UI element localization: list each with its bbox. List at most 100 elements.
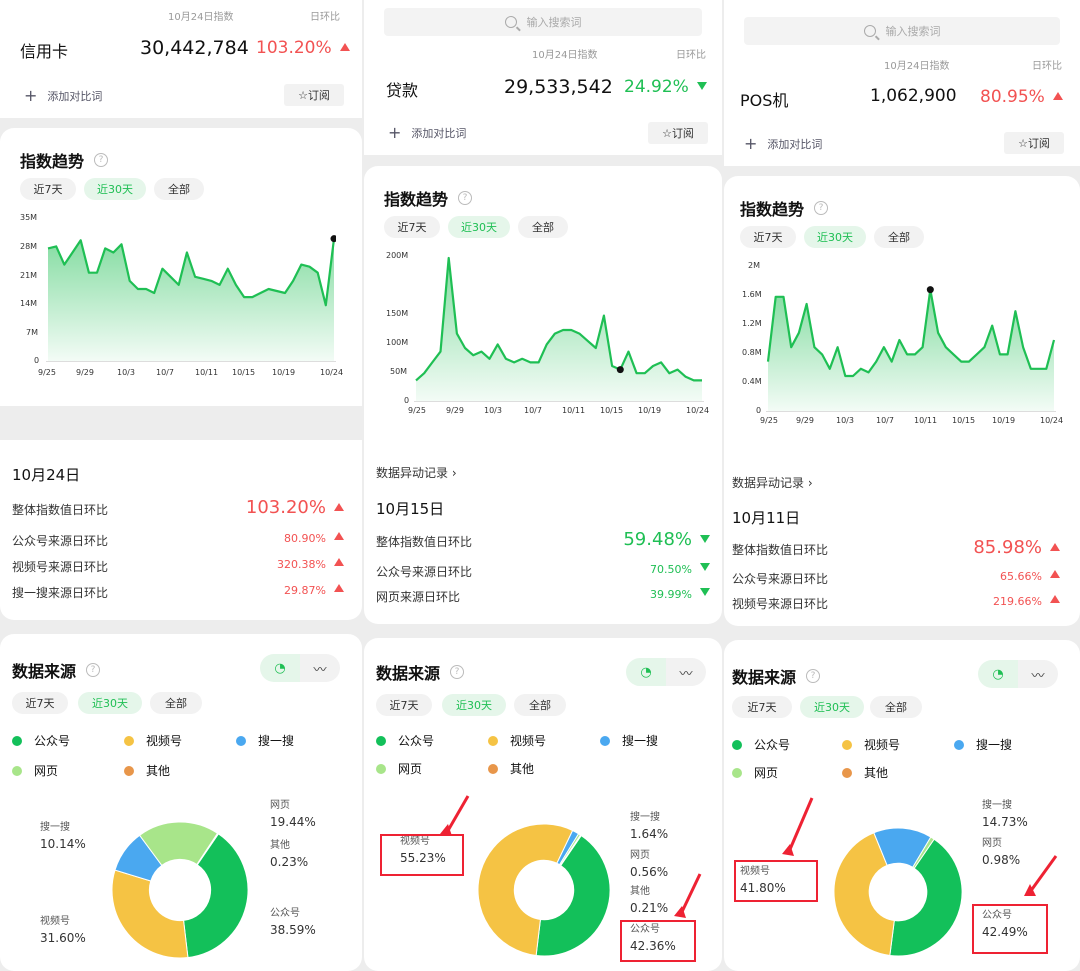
tab-7days[interactable]: 近7天: [740, 226, 796, 248]
tab-30days[interactable]: 近30天: [84, 178, 146, 200]
help-icon[interactable]: ?: [814, 201, 829, 215]
add-compare-button[interactable]: + 添加对比词: [388, 123, 466, 142]
donut-label: 网页 19.44%: [270, 800, 316, 829]
y-tick: 35M: [20, 213, 38, 222]
donut-chart: [111, 821, 249, 959]
wechat-dot-icon: [12, 735, 22, 746]
index-value: 29,533,542: [504, 76, 613, 98]
trend-title: 指数趋势?: [740, 196, 829, 220]
index-value: 30,442,784: [140, 37, 249, 59]
record-label: 整体指数值日环比: [732, 543, 829, 557]
donut-label: 公众号 38.59%: [270, 908, 316, 937]
annotation-arrows: [440, 795, 702, 918]
search-dot-icon: [236, 735, 246, 746]
index-summary-card: 输入搜索词 10月24日指数 日环比 贷款 29,533,542 24.92% …: [364, 0, 722, 155]
tab-all[interactable]: 全部: [150, 692, 202, 714]
index-value: 1,062,900: [870, 86, 957, 106]
x-tick: 10/11: [195, 368, 219, 377]
legend-item[interactable]: 公众号: [12, 732, 70, 749]
tab-30days[interactable]: 近30天: [448, 216, 510, 238]
y-tick: 0.4M: [742, 377, 762, 386]
tab-all[interactable]: 全部: [874, 226, 924, 248]
record-card: 数据异动记录 › 10月15日 整体指数值日环比 59.48% 公众号来源日环比…: [364, 438, 722, 624]
source-card: 数据来源? ◔ 〰 近7天 近30天 全部 公众号 视频号 搜一搜 网页 其他 …: [364, 638, 722, 971]
x-tick: 10/19: [638, 406, 662, 415]
tab-all[interactable]: 全部: [518, 216, 568, 238]
down-arrow-icon: [700, 588, 710, 596]
tab-all[interactable]: 全部: [154, 178, 204, 200]
trend-card: 指数趋势? 近7天 近30天 全部 200M 150M 100M 50M 0 9…: [364, 166, 722, 438]
legend-item[interactable]: 视频号: [124, 732, 182, 749]
legend-item[interactable]: 网页: [12, 762, 58, 779]
record-label: 整体指数值日环比: [376, 535, 473, 549]
panel-loan: 输入搜索词 10月24日指数 日环比 贷款 29,533,542 24.92% …: [364, 0, 722, 971]
tab-7days[interactable]: 近7天: [12, 692, 68, 714]
x-tick: 10/24: [320, 368, 344, 377]
star-icon: ☆: [1018, 136, 1028, 150]
star-icon: ☆: [298, 88, 308, 102]
highlight-point[interactable]: [926, 286, 934, 294]
add-compare-button[interactable]: + 添加对比词: [744, 134, 822, 153]
keyword: 贷款: [386, 81, 419, 100]
plus-icon: +: [388, 123, 402, 142]
donut-slice[interactable]: [111, 869, 189, 959]
legend-item[interactable]: 搜一搜: [236, 732, 294, 749]
record-link[interactable]: 数据异动记录 ›: [732, 474, 813, 491]
help-icon[interactable]: ?: [86, 663, 101, 677]
subscribe-button[interactable]: ☆ 订阅: [284, 84, 344, 106]
y-tick: 0.8M: [742, 348, 762, 357]
ratio-header: 日环比: [1032, 61, 1062, 72]
keyword: 信用卡: [20, 42, 69, 61]
add-compare-button[interactable]: + 添加对比词: [24, 86, 102, 105]
record-label: 公众号来源日环比: [376, 565, 473, 579]
highlight-point[interactable]: [330, 235, 337, 243]
record-label: 视频号来源日环比: [732, 597, 829, 611]
record-value: 80.90%: [284, 532, 344, 545]
y-tick: 0: [404, 396, 410, 405]
trend-chart: [46, 235, 337, 362]
record-date: 10月15日: [376, 500, 445, 518]
other-dot-icon: [124, 765, 134, 776]
down-arrow-icon: [696, 82, 707, 90]
x-tick: 10/11: [562, 406, 586, 415]
x-tick: 9/29: [446, 406, 464, 415]
keyword: POS机: [740, 91, 789, 110]
subscribe-button[interactable]: ☆ 订阅: [1004, 132, 1064, 154]
trend-area: [416, 258, 702, 402]
tab-30days[interactable]: 近30天: [804, 226, 866, 248]
tab-7days[interactable]: 近7天: [384, 216, 440, 238]
search-input[interactable]: 输入搜索词: [744, 17, 1060, 45]
tab-7days[interactable]: 近7天: [20, 178, 76, 200]
tab-30days[interactable]: 近30天: [78, 692, 142, 714]
date-header: 10月24日指数: [168, 12, 234, 23]
pie-chart-icon[interactable]: ◔: [260, 654, 300, 682]
search-input[interactable]: 输入搜索词: [384, 8, 702, 36]
change-value: 80.95%: [980, 87, 1063, 107]
x-tick: 9/29: [76, 368, 94, 377]
highlight-point[interactable]: [616, 366, 624, 374]
x-tick: 10/3: [484, 406, 502, 415]
trend-area: [768, 289, 1054, 412]
x-tick: 10/24: [686, 406, 710, 415]
y-tick: 100M: [386, 338, 409, 347]
record-link[interactable]: 数据异动记录 ›: [376, 464, 457, 481]
line-chart-icon[interactable]: 〰: [300, 654, 340, 682]
ratio-header: 日环比: [310, 12, 340, 23]
record-card: 数据异动记录 › 10月11日 整体指数值日环比 85.98% 公众号来源日环比…: [724, 446, 1080, 626]
x-tick: 10/19: [992, 416, 1016, 425]
subscribe-button[interactable]: ☆ 订阅: [648, 122, 708, 144]
down-arrow-icon: [700, 563, 710, 571]
panel-credit-card: 10月24日指数 日环比 信用卡 30,442,784 103.20% + 添加对…: [0, 0, 362, 971]
record-card: 10月24日 整体指数值日环比 103.20% 公众号来源日环比 80.90% …: [0, 440, 362, 620]
plus-icon: +: [744, 134, 758, 153]
date-header: 10月24日指数: [532, 50, 598, 61]
x-tick: 10/3: [117, 368, 135, 377]
legend-item[interactable]: 其他: [124, 762, 170, 779]
help-icon[interactable]: ?: [458, 191, 473, 205]
trend-chart: [414, 256, 704, 402]
help-icon[interactable]: ?: [94, 153, 109, 167]
up-arrow-icon: [1050, 570, 1060, 578]
trend-card: 指数趋势? 近7天 近30天 全部 35M 28M 21M 14M 7M 0 9…: [0, 128, 362, 406]
source-card: 数据来源? ◔ 〰 近7天 近30天 全部 公众号 视频号 搜一搜 网页 其他 …: [724, 640, 1080, 971]
change-value: 103.20%: [256, 38, 350, 58]
